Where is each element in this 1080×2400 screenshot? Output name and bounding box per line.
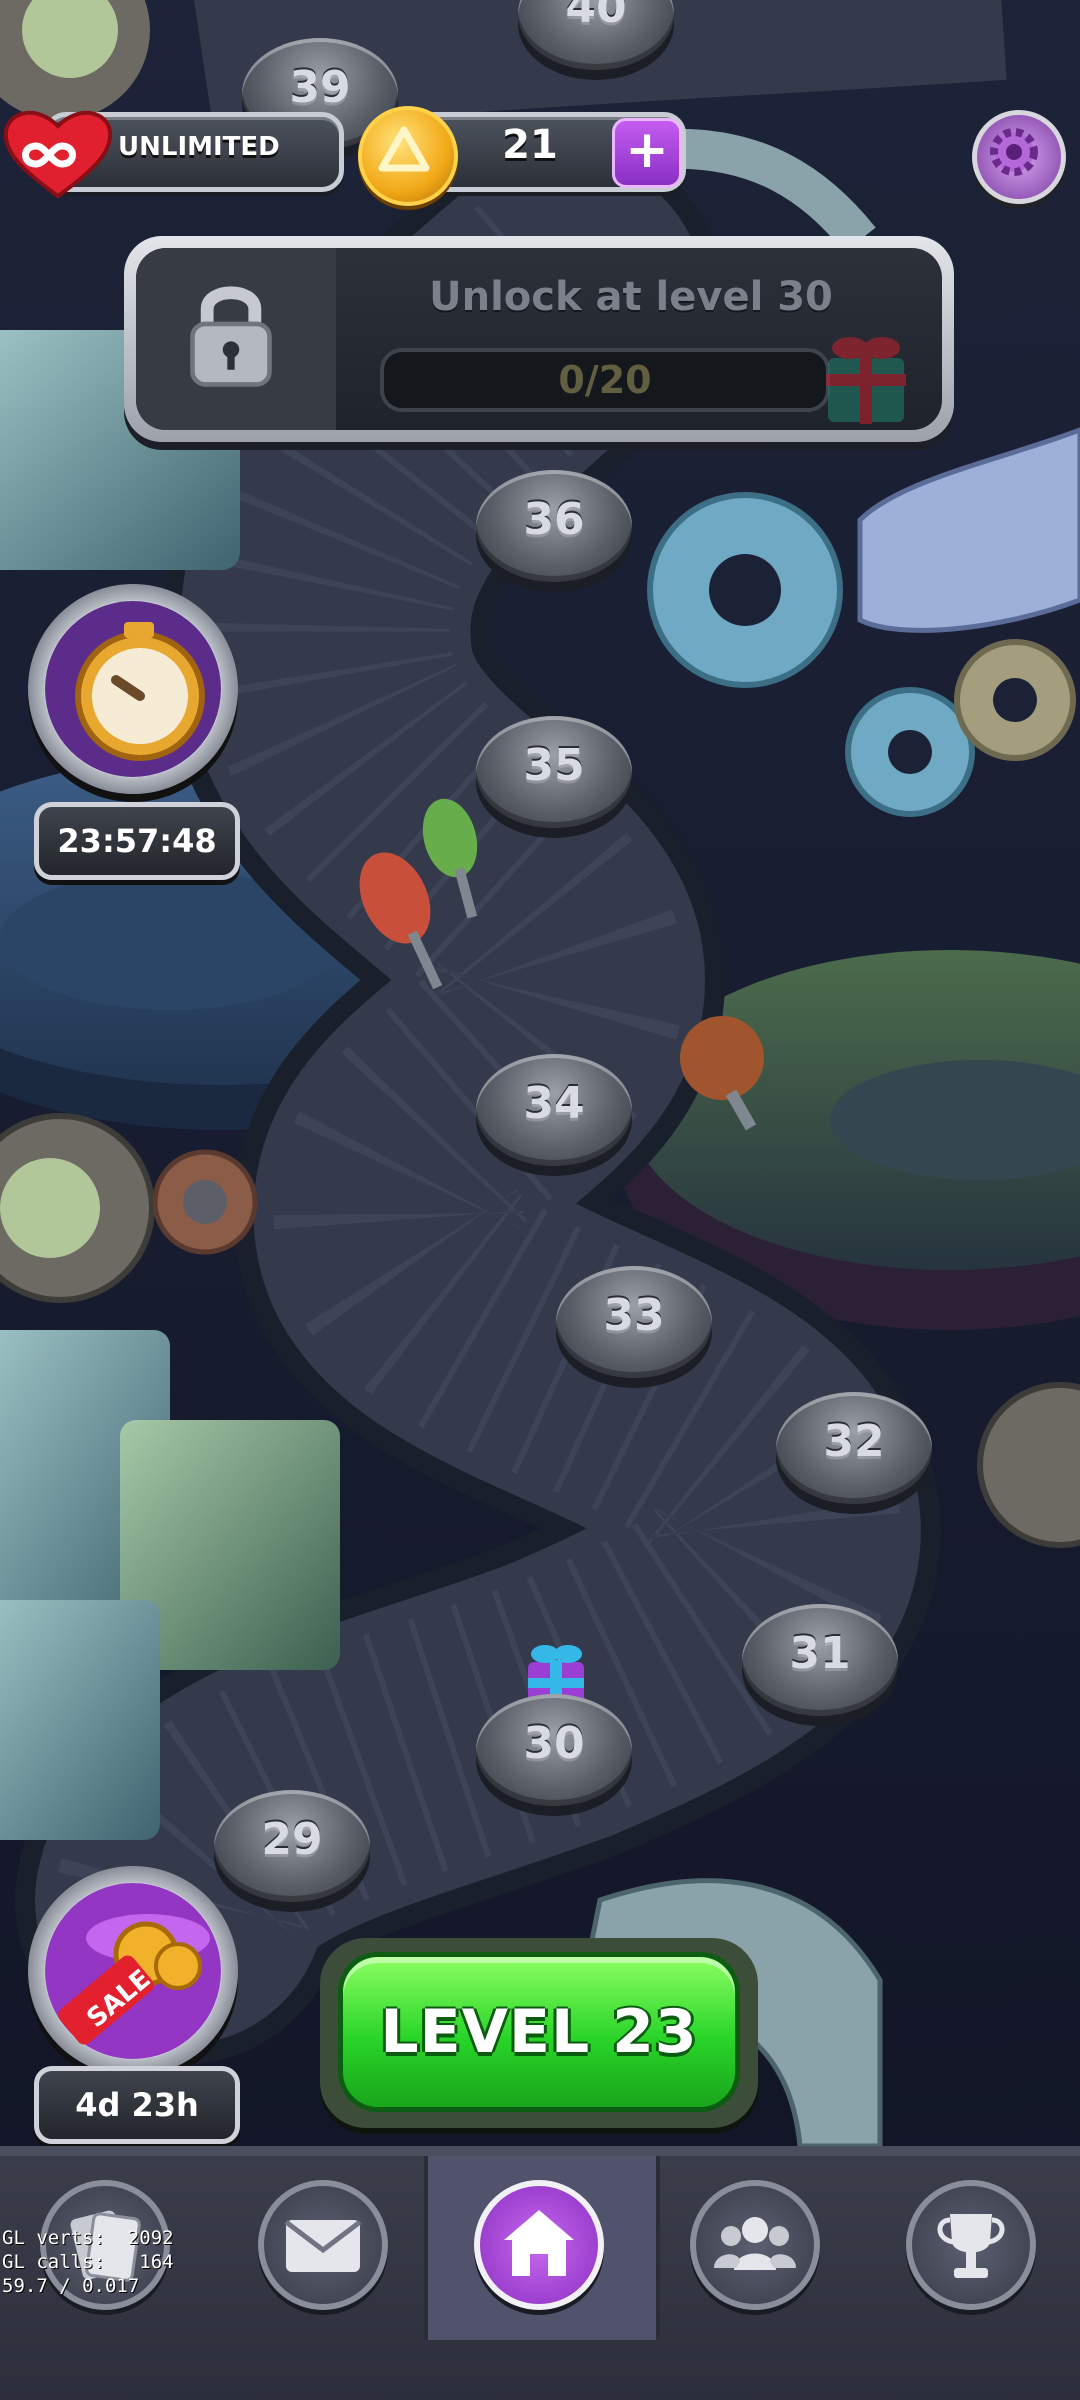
level-36-button[interactable]: 36 [476,470,632,582]
locked-feature-panel[interactable]: Unlock at level 30 0/20 [124,236,954,442]
add-coins-button[interactable]: + [612,118,682,188]
unlock-progress-text: 0/20 [558,358,652,402]
lives-label: UNLIMITED [118,132,280,162]
debug-fps: 59.7 / 0.017 [2,2275,140,2297]
level-30-button[interactable]: 30 [476,1694,632,1806]
mail-icon [284,2220,362,2272]
event-timer: 23:57:48 [34,802,240,880]
debug-verts: GL verts: 2092 [2,2227,174,2249]
coin-count: 21 [502,122,558,168]
gift-icon [826,337,906,424]
sale-timer: 4d 23h [34,2066,240,2144]
level-35-button[interactable]: 35 [476,716,632,828]
settings-button[interactable] [972,110,1066,204]
sale-offer-button[interactable]: SALE [28,1866,238,2076]
level-33-button[interactable]: 33 [556,1266,712,1378]
heart-icon [3,110,113,199]
debug-calls: GL calls: 164 [2,2251,174,2273]
coin-icon [358,106,458,206]
level-34-button[interactable]: 34 [476,1054,632,1166]
lock-icon [190,286,272,387]
level-32-button[interactable]: 32 [776,1392,932,1504]
home-icon [504,2210,574,2276]
team-icon [714,2217,796,2270]
play-level-label[interactable]: LEVEL 23 [338,1952,740,2112]
debug-overlay: GL verts: 2092 GL calls: 164 59.7 / 0.017 [2,2226,174,2298]
gear-icon [990,128,1038,176]
nav-mail-button[interactable] [258,2180,388,2310]
nav-home-button[interactable] [474,2180,604,2310]
timed-event-button[interactable] [28,584,238,794]
nav-leaderboard-button[interactable] [906,2180,1036,2310]
level-31-button[interactable]: 31 [742,1604,898,1716]
trophy-icon [937,2214,1005,2278]
stopwatch-icon [45,601,221,777]
unlock-title: Unlock at level 30 [429,274,833,320]
nav-team-button[interactable] [690,2180,820,2310]
